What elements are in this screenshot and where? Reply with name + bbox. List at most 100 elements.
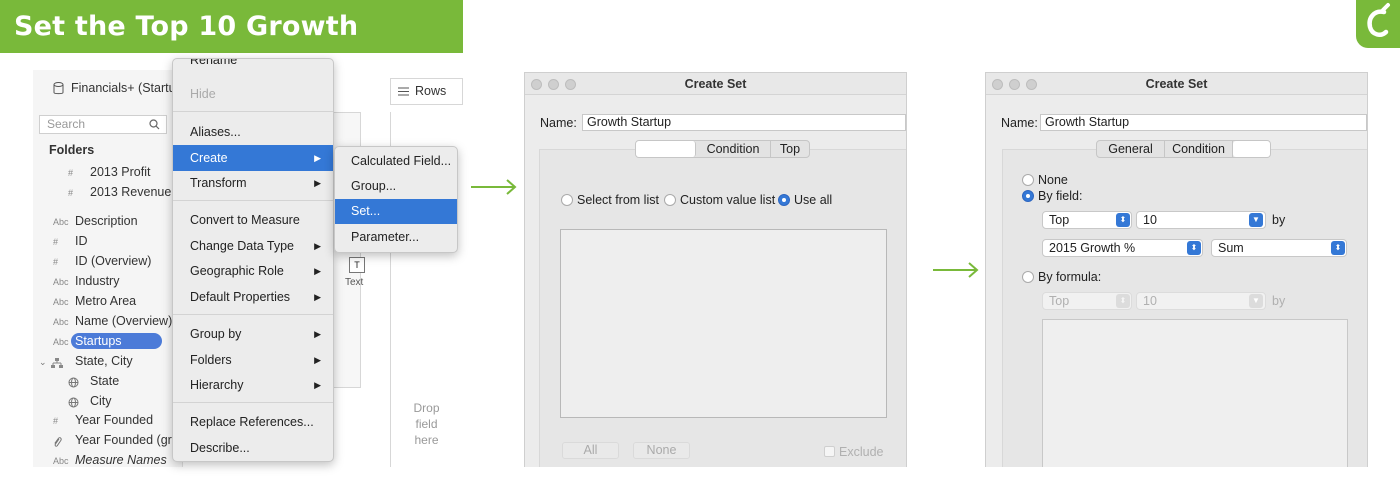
arrow-right-icon (471, 179, 517, 195)
formula-count-value: 10 (1143, 294, 1157, 308)
chevron-right-icon: ▶ (314, 241, 321, 251)
menu-item-default-properties[interactable]: Default Properties ▶ (173, 284, 333, 310)
string-icon: Abc (53, 456, 69, 466)
submenu-item-calculated-field[interactable]: Calculated Field... (335, 149, 457, 174)
exclude-checkbox[interactable] (824, 446, 835, 457)
select-caret-icon: ⬍ (1187, 241, 1201, 255)
values-list[interactable] (560, 229, 887, 418)
chevron-right-icon: ▶ (314, 380, 321, 390)
field-startups-selected[interactable]: Abc Startups (53, 331, 162, 351)
tab-general[interactable] (636, 141, 696, 157)
by-label: by (1272, 213, 1286, 227)
menu-item-create-label: Create (190, 151, 228, 165)
tab-condition[interactable]: Condition (1165, 141, 1233, 157)
submenu-item-set[interactable]: Set... (335, 199, 457, 224)
set-name-input[interactable]: Growth Startup (582, 114, 906, 131)
menu-item-describe[interactable]: Describe... (173, 435, 333, 461)
dialog-tabs: Condition Top (635, 140, 810, 158)
field-2013-revenue[interactable]: #2013 Revenue (68, 182, 171, 202)
dialog-tabs: General Condition (1096, 140, 1271, 158)
menu-item-change-data-type[interactable]: Change Data Type ▶ (173, 233, 333, 259)
field-id[interactable]: # ID (53, 231, 88, 251)
field-city[interactable]: City (68, 391, 112, 411)
string-icon: Abc (53, 317, 69, 327)
datasource-icon (53, 82, 64, 95)
menu-separator (173, 402, 333, 403)
chevron-down-icon[interactable]: ⌄ (39, 352, 51, 372)
tab-general[interactable]: General (1097, 141, 1165, 157)
formula-count-combo: 10 ▼ (1136, 292, 1266, 310)
menu-item-hierarchy[interactable]: Hierarchy ▶ (173, 372, 333, 398)
search-input[interactable]: Search (39, 115, 167, 134)
measure-icon: # (53, 416, 59, 426)
menu-item-replace-references[interactable]: Replace References... (173, 409, 333, 435)
aggregation-value: Sum (1218, 241, 1244, 255)
radio-by-formula[interactable] (1022, 271, 1034, 283)
field-name-overview[interactable]: Abc Name (Overview) (53, 311, 172, 331)
radio-use-all-label: Use all (794, 193, 833, 207)
menu-separator (173, 200, 333, 201)
menu-item-rename[interactable]: Rename (173, 59, 333, 71)
field-state[interactable]: State (68, 371, 119, 391)
top-bottom-select[interactable]: Top ⬍ (1042, 211, 1132, 229)
top-count-combo[interactable]: 10 ▼ (1136, 211, 1266, 229)
menu-item-default-properties-label: Default Properties (190, 290, 291, 304)
field-year-founded-group[interactable]: Year Founded (gro (53, 430, 179, 450)
radio-by-formula-label: By formula: (1038, 270, 1102, 284)
radio-none-label: None (1038, 173, 1068, 187)
exclude-label: Exclude (839, 445, 884, 459)
radio-use-all[interactable] (778, 194, 790, 206)
search-icon (149, 119, 160, 130)
top-count-value: 10 (1143, 213, 1157, 227)
tab-condition[interactable]: Condition (696, 141, 771, 157)
field-state-city-hierarchy[interactable]: ⌄ State, City (39, 351, 133, 371)
field-description[interactable]: Abc Description (53, 211, 138, 231)
menu-item-create[interactable]: Create ▶ (173, 145, 333, 171)
datasource-name[interactable]: Financials+ (Startu (71, 81, 176, 95)
tab-top[interactable] (1233, 141, 1270, 157)
text-mark-icon[interactable]: T (349, 257, 365, 273)
globe-icon (68, 372, 90, 392)
aggregation-select[interactable]: Sum ⬍ (1211, 239, 1347, 257)
measure-icon: # (68, 168, 74, 178)
chevron-right-icon: ▶ (314, 292, 321, 302)
field-year-founded[interactable]: # Year Founded (53, 410, 153, 430)
menu-item-group-by[interactable]: Group by ▶ (173, 321, 333, 347)
radio-custom-value-list[interactable] (664, 194, 676, 206)
brand-logo-icon (1367, 3, 1390, 37)
field-2013-profit[interactable]: #2013 Profit (68, 162, 150, 182)
select-all-button[interactable]: All (562, 442, 619, 459)
paperclip-icon (53, 431, 75, 451)
menu-item-folders[interactable]: Folders ▶ (173, 347, 333, 373)
select-none-button[interactable]: None (633, 442, 690, 459)
brand-logo (1356, 0, 1400, 48)
select-caret-icon: ⬍ (1116, 213, 1130, 227)
field-id-overview[interactable]: # ID (Overview) (53, 251, 151, 271)
tab-top[interactable]: Top (771, 141, 809, 157)
radio-none[interactable] (1022, 174, 1034, 186)
radio-select-from-list[interactable] (561, 194, 573, 206)
select-caret-icon: ⬍ (1116, 294, 1130, 308)
menu-item-geographic-role-label: Geographic Role (190, 264, 284, 278)
radio-by-field[interactable] (1022, 190, 1034, 202)
by-field-value: 2015 Growth % (1049, 241, 1136, 255)
menu-item-aliases[interactable]: Aliases... (173, 119, 333, 145)
menu-item-group-by-label: Group by (190, 327, 242, 341)
submenu-item-group[interactable]: Group... (335, 174, 457, 199)
field-metro-area[interactable]: Abc Metro Area (53, 291, 136, 311)
chevron-down-icon: ▼ (1249, 294, 1263, 308)
menu-item-convert-to-measure[interactable]: Convert to Measure (173, 207, 333, 233)
by-field-select[interactable]: 2015 Growth % ⬍ (1042, 239, 1203, 257)
radio-custom-value-list-label: Custom value list (680, 193, 776, 207)
globe-icon (68, 392, 90, 412)
string-icon: Abc (53, 297, 69, 307)
menu-item-transform-label: Transform (190, 176, 247, 190)
field-measure-names[interactable]: Abc Measure Names (53, 450, 167, 467)
set-name-input[interactable]: Growth Startup (1040, 114, 1367, 131)
submenu-item-parameter[interactable]: Parameter... (335, 225, 457, 250)
menu-item-geographic-role[interactable]: Geographic Role ▶ (173, 258, 333, 284)
radio-select-from-list-label: Select from list (577, 193, 659, 207)
create-submenu: Calculated Field... Group... Set... Para… (334, 146, 458, 253)
field-industry[interactable]: Abc Industry (53, 271, 119, 291)
menu-item-transform[interactable]: Transform ▶ (173, 170, 333, 196)
